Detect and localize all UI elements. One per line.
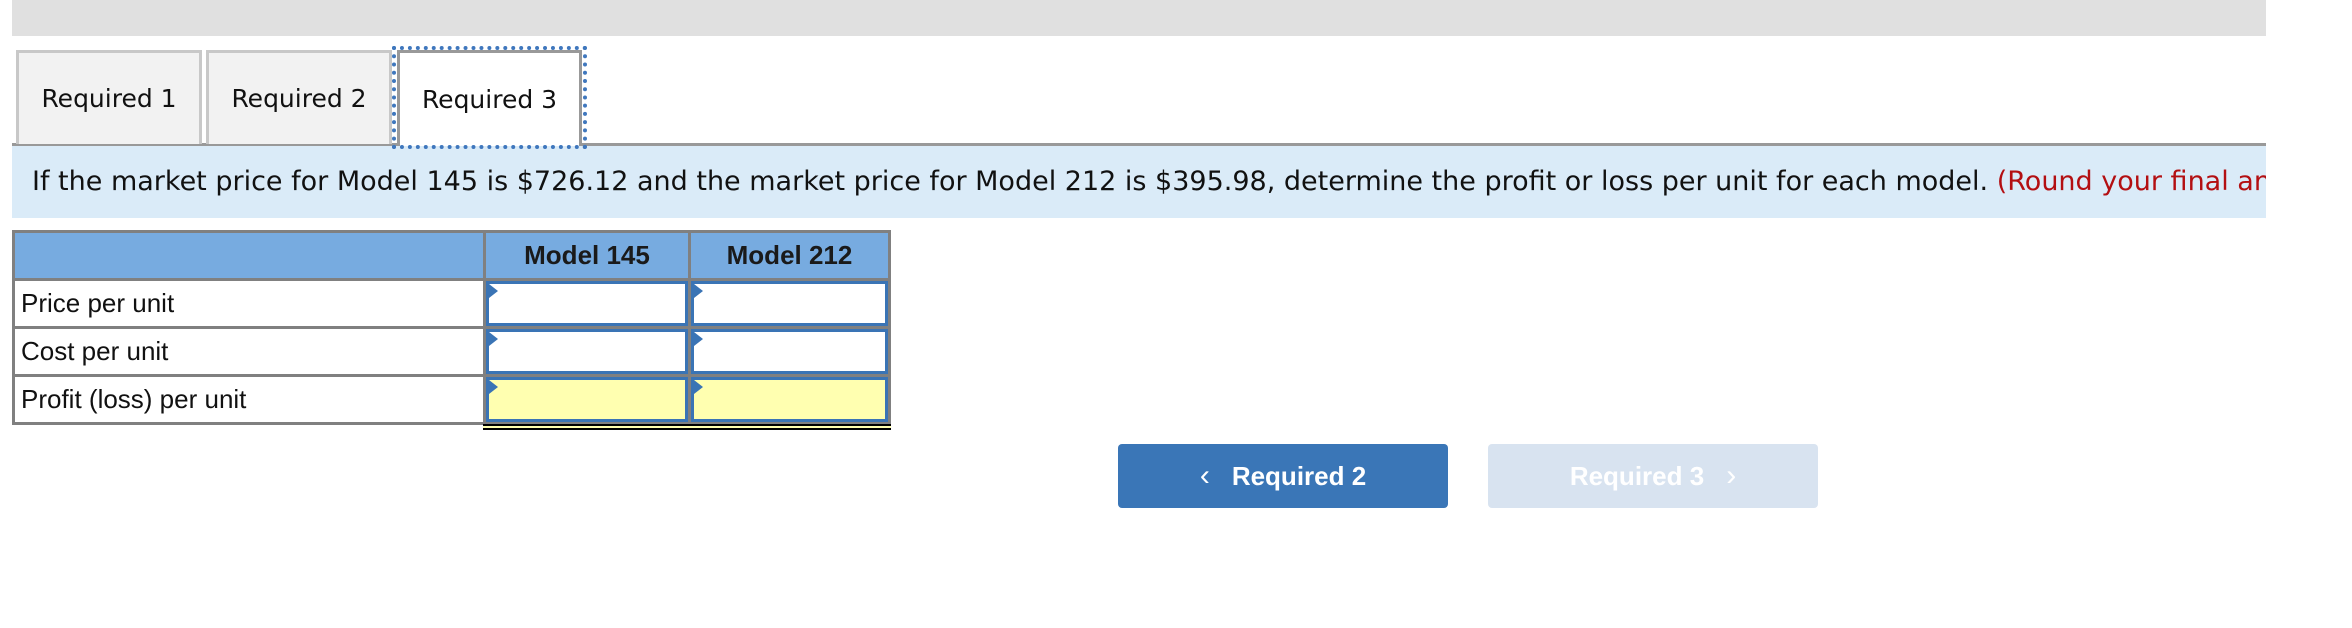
tab-required-1[interactable]: Required 1 bbox=[16, 50, 202, 144]
chevron-left-icon: ‹ bbox=[1199, 459, 1210, 492]
table-row-profit: Profit (loss) per unit bbox=[12, 374, 891, 430]
table-row-cost: Cost per unit bbox=[12, 326, 891, 377]
cost-model-145-cell bbox=[483, 326, 691, 377]
profit-model-212-input[interactable] bbox=[691, 377, 888, 422]
cost-model-145-input[interactable] bbox=[486, 329, 688, 374]
top-bar bbox=[12, 0, 2266, 36]
cost-model-212-input[interactable] bbox=[691, 329, 888, 374]
tab-required-2[interactable]: Required 2 bbox=[206, 50, 392, 144]
row-label: Profit (loss) per unit bbox=[12, 374, 486, 425]
cell-marker-icon bbox=[489, 380, 498, 394]
cell-marker-icon bbox=[489, 284, 498, 298]
cell-marker-icon bbox=[694, 380, 703, 394]
profit-model-145-input[interactable] bbox=[486, 377, 688, 422]
rounding-note: (Round your final answe bbox=[1996, 166, 2266, 197]
tab-label: Required 1 bbox=[41, 84, 177, 113]
next-required-3-button[interactable]: Required 3 › bbox=[1488, 444, 1818, 508]
prev-required-2-button[interactable]: ‹ Required 2 bbox=[1118, 444, 1448, 508]
double-underline bbox=[483, 424, 691, 430]
tab-label: Required 2 bbox=[231, 84, 367, 113]
table-row-price: Price per unit bbox=[12, 278, 891, 329]
profit-model-212-cell bbox=[688, 374, 891, 430]
table-header-row: Model 145 Model 212 bbox=[12, 230, 891, 281]
tab-required-3[interactable]: Required 3 bbox=[397, 50, 582, 146]
cell-marker-icon bbox=[694, 284, 703, 298]
price-model-212-input[interactable] bbox=[691, 281, 888, 326]
cost-model-212-cell bbox=[688, 326, 891, 377]
price-model-145-cell bbox=[483, 278, 691, 329]
chevron-right-icon: › bbox=[1726, 459, 1737, 492]
question-prompt: If the market price for Model 145 is $72… bbox=[12, 146, 2266, 218]
next-button-label: Required 3 bbox=[1569, 460, 1705, 491]
row-label: Price per unit bbox=[12, 278, 486, 329]
cell-marker-icon bbox=[694, 332, 703, 346]
profit-model-145-cell bbox=[483, 374, 691, 430]
profit-table: Model 145 Model 212 Price per unit Cost … bbox=[12, 230, 891, 430]
row-label: Cost per unit bbox=[12, 326, 486, 377]
header-model-212: Model 212 bbox=[688, 230, 891, 281]
prompt-text: If the market price for Model 145 is $72… bbox=[32, 166, 1989, 197]
tab-label: Required 3 bbox=[421, 85, 558, 114]
cell-marker-icon bbox=[489, 332, 498, 346]
double-underline bbox=[688, 424, 891, 430]
price-model-145-input[interactable] bbox=[486, 281, 688, 326]
header-model-145: Model 145 bbox=[483, 230, 691, 281]
prev-button-label: Required 2 bbox=[1231, 460, 1367, 491]
header-blank bbox=[12, 230, 486, 281]
price-model-212-cell bbox=[688, 278, 891, 329]
